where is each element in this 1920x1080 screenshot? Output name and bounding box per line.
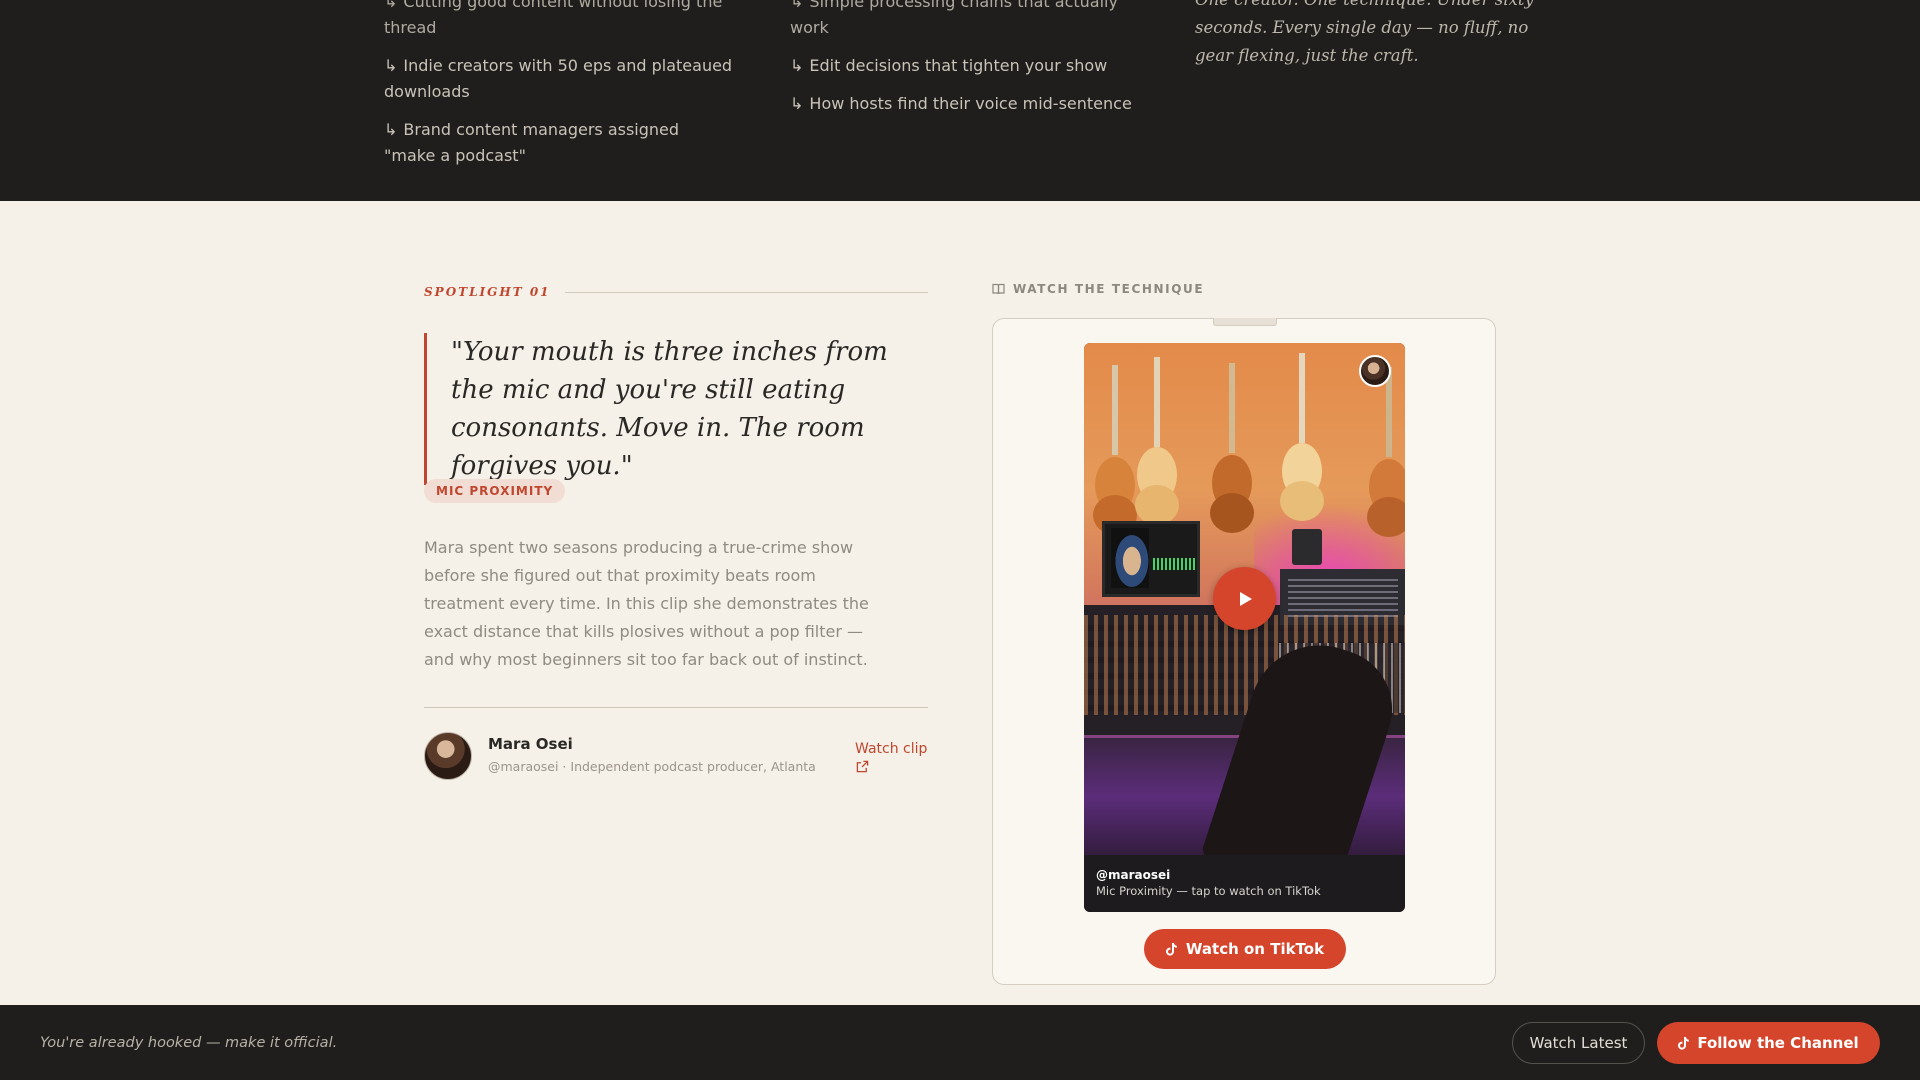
watch-on-tiktok-button[interactable]: Watch on TikTok [1144, 929, 1346, 969]
author-meta: @maraosei · Independent podcast producer… [488, 759, 816, 774]
divider [424, 707, 928, 708]
play-button[interactable] [1213, 567, 1276, 630]
book-icon [992, 283, 1005, 295]
watch-on-tiktok-label: Watch on TikTok [1185, 940, 1325, 958]
list-item-text: Edit decisions that tighten your show [809, 56, 1108, 75]
guitar-icon [1280, 353, 1324, 521]
format-description: One creator. One technique. Under sixty … [1195, 0, 1534, 65]
arrow-icon: ↳ [384, 56, 398, 75]
avatar [424, 732, 472, 780]
tiktok-icon [1678, 1036, 1690, 1050]
follow-channel-button[interactable]: Follow the Channel [1657, 1022, 1880, 1064]
audience-band: ↳ Cutting good content without losing the… [0, 0, 1920, 201]
spotlight-header: SPOTLIGHT 01 [424, 285, 928, 299]
spotlight-label: SPOTLIGHT 01 [424, 285, 551, 299]
list-item-text: How hosts find their voice mid-sentence [809, 94, 1132, 113]
video-caption: @maraosei Mic Proximity — tap to watch o… [1084, 855, 1405, 912]
external-link-icon [856, 760, 869, 773]
video-section-heading-text: WATCH THE TECHNIQUE [1013, 282, 1205, 296]
spotlight-description: Mara spent two seasons producing a true-… [424, 538, 869, 669]
list-item: ↳ How hosts find their voice mid-sentence [790, 91, 1140, 117]
list-item: ↳ Indie creators with 50 eps and plateaue… [384, 53, 734, 105]
arrow-icon: ↳ [384, 120, 398, 139]
creator-avatar[interactable] [1359, 355, 1391, 387]
list-item: ↳ Simple processing chains that actually … [790, 0, 1140, 41]
author-name: Mara Osei [488, 735, 573, 753]
divider [564, 291, 928, 293]
technique-tag: MIC PROXIMITY [424, 479, 566, 503]
play-icon [1240, 591, 1252, 606]
tiktok-icon [1165, 942, 1177, 956]
list-item: ↳ Cutting good content without losing the… [384, 0, 734, 41]
audience-list: ↳ Cutting good content without losing the… [384, 0, 734, 181]
list-item-text: Brand content managers assigned "make a … [384, 120, 680, 165]
guitar-icon [1210, 363, 1254, 533]
topics-list: ↳ Simple processing chains that actually … [790, 0, 1140, 129]
list-item-text: Indie creators with 50 eps and plateaued… [384, 56, 733, 101]
guitar-icon [1093, 365, 1137, 535]
arrow-icon: ↳ [790, 94, 804, 113]
guitar-icon [1135, 357, 1179, 525]
spotlight-quote: "Your mouth is three inches from the mic… [424, 333, 934, 485]
card-notch [1213, 318, 1277, 326]
guitar-icon [1367, 367, 1405, 537]
cta-text: You're already hooked — make it official… [40, 1035, 338, 1051]
list-item: ↳ Edit decisions that tighten your show [790, 53, 1140, 79]
arrow-icon: ↳ [790, 0, 804, 11]
watch-latest-button[interactable]: Watch Latest [1512, 1022, 1645, 1064]
watch-clip-link[interactable]: Watch clip [855, 740, 935, 773]
monitor-image [1102, 521, 1200, 597]
arrow-icon: ↳ [384, 0, 398, 11]
video-section-heading: WATCH THE TECHNIQUE [992, 282, 1204, 296]
sticky-cta-bar: You're already hooked — make it official… [0, 1005, 1920, 1080]
video-embed[interactable]: @maraosei Mic Proximity — tap to watch o… [1084, 343, 1405, 912]
video-caption-text: Mic Proximity — tap to watch on TikTok [1096, 884, 1321, 898]
video-username: @maraosei [1096, 868, 1171, 882]
arrow-icon: ↳ [790, 56, 804, 75]
video-card: @maraosei Mic Proximity — tap to watch o… [992, 318, 1496, 985]
list-item: ↳ Brand content managers assigned "make a… [384, 117, 734, 169]
follow-channel-label: Follow the Channel [1697, 1034, 1859, 1052]
watch-clip-label: Watch clip [855, 741, 928, 757]
